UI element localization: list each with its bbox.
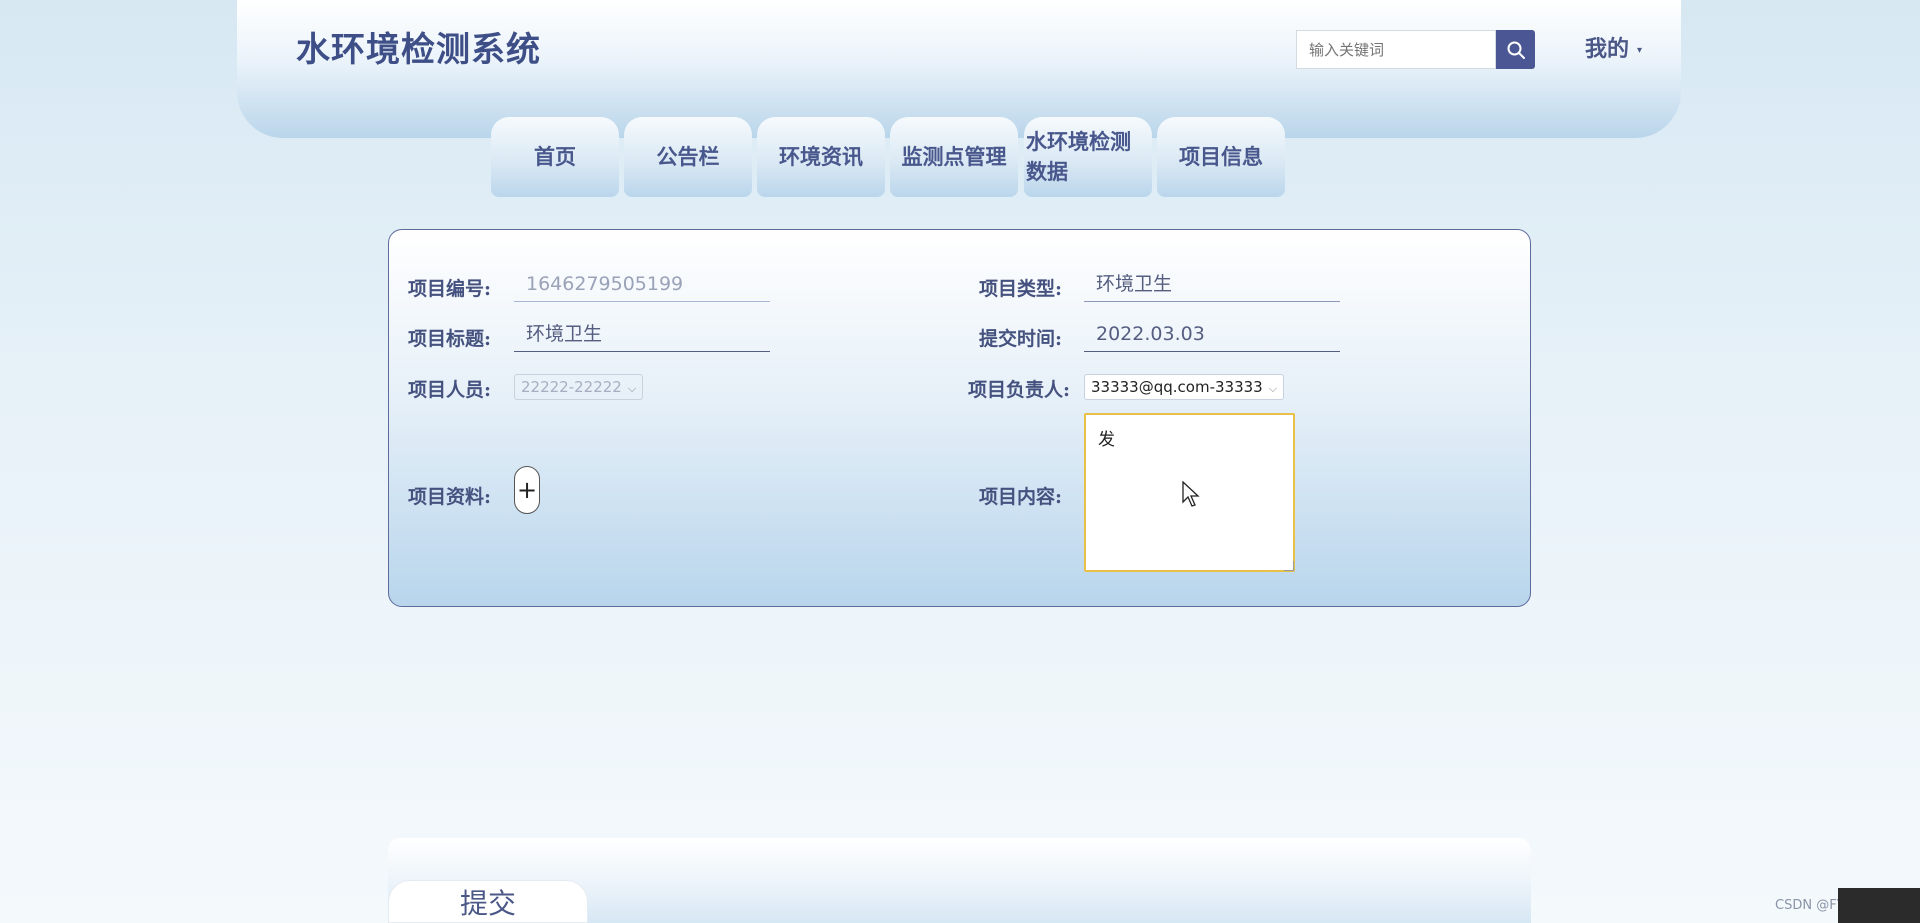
- project-number-field: 1646279505199: [514, 268, 770, 302]
- chevron-down-icon: ⌵: [1268, 382, 1278, 395]
- plus-icon: +: [516, 476, 538, 504]
- nav-item-water-data[interactable]: 水环境检测数据: [1024, 117, 1152, 197]
- nav-item-news[interactable]: 环境资讯: [757, 117, 885, 197]
- user-menu-label: 我的: [1585, 36, 1630, 62]
- project-form: 项目编号: 1646279505199 项目类型: 环境卫生 项目标题: 环境卫…: [388, 229, 1531, 607]
- nav-item-home[interactable]: 首页: [491, 117, 619, 197]
- search-icon: [1507, 41, 1525, 59]
- project-leader-label: 项目负责人:: [968, 379, 1071, 401]
- caret-down-icon: ▾: [1637, 44, 1643, 56]
- nav-item-project-info[interactable]: 项目信息: [1157, 117, 1285, 197]
- submit-time-field[interactable]: 2022.03.03: [1084, 318, 1340, 352]
- chevron-down-icon: ⌵: [627, 382, 637, 395]
- bottom-panel: 提交: [388, 838, 1531, 923]
- site-title: 水环境检测系统: [296, 30, 541, 70]
- search-button[interactable]: [1496, 30, 1535, 69]
- submit-time-label: 提交时间:: [979, 328, 1063, 350]
- nav-item-notice[interactable]: 公告栏: [624, 117, 752, 197]
- project-type-label: 项目类型:: [979, 278, 1063, 300]
- project-title-field[interactable]: 环境卫生: [514, 318, 770, 352]
- add-file-button[interactable]: +: [514, 466, 540, 514]
- project-content-label: 项目内容:: [979, 486, 1063, 508]
- project-title-label: 项目标题:: [408, 328, 492, 350]
- project-members-select: 22222-22222 ⌵: [514, 374, 644, 400]
- resize-grip-icon[interactable]: [1284, 561, 1294, 571]
- project-number-label: 项目编号:: [408, 278, 492, 300]
- search-input[interactable]: [1296, 30, 1496, 69]
- project-members-value: 22222-22222: [521, 378, 622, 396]
- project-type-field[interactable]: 环境卫生: [1084, 268, 1340, 302]
- project-members-label: 项目人员:: [408, 379, 492, 401]
- project-leader-value: 33333@qq.com-33333: [1091, 378, 1263, 396]
- taskbar-corner: [1838, 888, 1920, 923]
- submit-button[interactable]: 提交: [388, 880, 588, 923]
- project-leader-select[interactable]: 33333@qq.com-33333 ⌵: [1084, 374, 1285, 400]
- project-files-label: 项目资料:: [408, 486, 492, 508]
- mouse-cursor-icon: [1182, 481, 1200, 507]
- user-menu[interactable]: 我的 ▾: [1585, 31, 1642, 63]
- nav-item-monitor-points[interactable]: 监测点管理: [890, 117, 1018, 197]
